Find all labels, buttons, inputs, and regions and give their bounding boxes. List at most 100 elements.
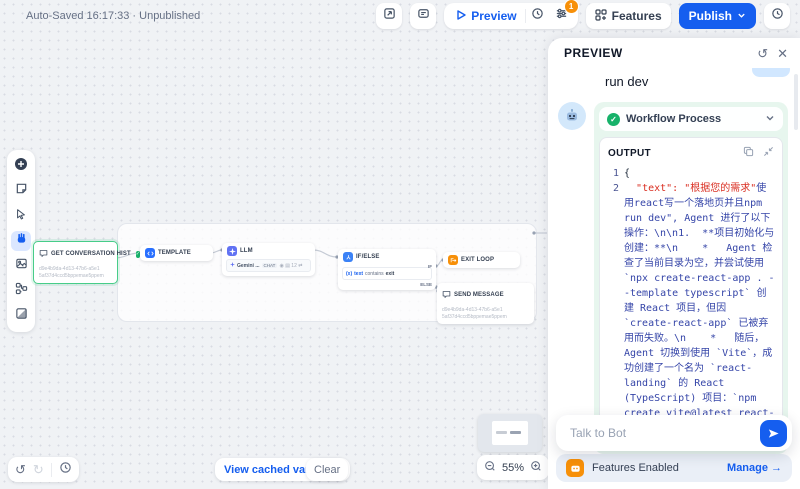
minimap-node	[496, 431, 507, 434]
copy-icon[interactable]	[743, 144, 754, 162]
pointer-mode-button[interactable]	[11, 206, 31, 226]
canvas-tool-palette	[7, 150, 35, 332]
publish-button[interactable]: Publish	[678, 3, 756, 29]
features-button[interactable]: Features	[585, 3, 671, 29]
node-send-message[interactable]: SEND MESSAGE d9e4b9da-4d13-47b6-a5e1 5af…	[437, 283, 534, 324]
llm-model-pill[interactable]: Gemini ... CHAT ◉ ▤ 12 ⇄	[226, 259, 311, 272]
features-enabled-bar: Features Enabled Manage →	[556, 454, 792, 482]
preview-label: Preview	[471, 9, 517, 23]
node-title: SEND MESSAGE	[454, 292, 504, 298]
bot-bubble: ✓ Workflow Process OUTPUT 1 {2 "text": …	[594, 102, 788, 454]
api-icon	[383, 7, 396, 25]
autosave-status: Auto-Saved 16:17:33 · Unpublished	[26, 10, 201, 22]
organize-nodes-button[interactable]	[11, 281, 31, 301]
clock-rewind-icon	[531, 7, 544, 25]
split-square-icon	[15, 307, 28, 325]
node-title: GET CONVERSATION HIST	[51, 251, 131, 257]
code-line-1: {	[624, 168, 631, 179]
condition-operator: contains	[365, 270, 384, 277]
checklist-button[interactable]: 1	[550, 0, 579, 28]
add-note-button[interactable]	[11, 181, 31, 201]
bot-face-icon	[566, 459, 584, 477]
preview-panel-header: PREVIEW ↺ ✕	[548, 38, 800, 68]
canvas-minimap[interactable]	[478, 414, 542, 452]
condition-value: exit	[385, 270, 395, 277]
zoom-out-icon[interactable]	[484, 460, 496, 475]
zoom-toolbar: 55%	[477, 455, 550, 480]
preview-button[interactable]: Preview	[448, 9, 524, 23]
run-history-button[interactable]	[526, 4, 550, 28]
plus-circle-icon	[14, 157, 28, 176]
chat-input-bar	[556, 415, 792, 451]
zoom-level[interactable]: 55%	[502, 462, 524, 474]
node-title: LLM	[240, 248, 253, 254]
template-icon	[145, 248, 155, 258]
success-check-icon: ✓	[607, 112, 620, 126]
talk-to-bot-input[interactable]	[568, 425, 754, 441]
else-branch-label: ELSE	[420, 282, 432, 287]
line-number: 2	[612, 183, 619, 194]
version-history-button[interactable]	[764, 3, 790, 29]
env-icon	[417, 7, 430, 25]
top-bar: Auto-Saved 16:17:33 · Unpublished Previe…	[0, 0, 800, 32]
node-template[interactable]: TEMPLATE	[140, 245, 213, 261]
note-icon	[15, 182, 28, 200]
play-icon	[456, 9, 466, 23]
change-history-icon[interactable]	[59, 461, 72, 479]
chevron-down-icon	[765, 113, 775, 126]
image-icon	[15, 257, 28, 275]
send-button[interactable]	[760, 419, 787, 447]
restart-icon[interactable]: ↺	[757, 47, 768, 60]
chat-bubble-icon	[442, 286, 451, 304]
api-access-button[interactable]	[376, 3, 403, 29]
node-title: TEMPLATE	[158, 250, 191, 256]
output-code[interactable]: 1 { 2 "text": "根据您的需求"使用react写一个落地页并且npm…	[600, 165, 782, 442]
add-node-button[interactable]	[11, 156, 31, 176]
features-enabled-label: Features Enabled	[592, 462, 679, 474]
organize-icon	[15, 282, 28, 300]
close-icon[interactable]: ✕	[777, 47, 788, 60]
checklist-badge: 1	[563, 0, 579, 14]
manage-link[interactable]: Manage →	[727, 462, 782, 474]
history-icon	[771, 7, 784, 25]
node-desc-line: 5af37d4ccd5bppemae5ppem	[442, 313, 507, 320]
workflow-process-label: Workflow Process	[626, 113, 722, 125]
divider	[50, 462, 52, 477]
manage-label: Manage	[727, 462, 768, 474]
node-exit-loop[interactable]: EXIT LOOP	[443, 252, 520, 268]
node-if-else[interactable]: IF/ELSE IF (x) text contains exit ELSE	[338, 249, 436, 290]
bot-avatar	[558, 102, 586, 130]
publish-label: Publish	[688, 9, 732, 23]
llm-model-name: Gemini ...	[237, 262, 260, 269]
minimap-viewport[interactable]	[492, 421, 528, 445]
cursor-icon	[15, 207, 27, 225]
chevron-down-icon	[737, 9, 746, 23]
variable-inspect-button[interactable]	[11, 306, 31, 326]
condition-pill[interactable]: (x) text contains exit	[342, 267, 432, 280]
clear-button[interactable]: Clear	[306, 458, 349, 481]
node-get-conversation-history[interactable]: GET CONVERSATION HIST ✓ d9e4b9da-4d13-47…	[33, 241, 140, 284]
line-number: 1	[612, 168, 619, 179]
run-group: Preview 1	[444, 0, 579, 29]
output-card: OUTPUT 1 { 2 "text": "根据您的需求"使用react写一个落…	[599, 137, 783, 443]
panel-scrollbar[interactable]	[794, 74, 798, 130]
llm-mode-badge: CHAT	[261, 263, 278, 268]
redo-icon[interactable]: ↻	[33, 462, 44, 478]
node-llm[interactable]: LLM Gemini ... CHAT ◉ ▤ 12 ⇄	[222, 243, 315, 276]
hand-icon	[15, 232, 28, 250]
if-branch-label: IF	[428, 264, 432, 269]
preview-title: PREVIEW	[564, 46, 623, 60]
export-image-button[interactable]	[11, 256, 31, 276]
bot-message-row: ✓ Workflow Process OUTPUT 1 {2 "text": …	[558, 102, 788, 454]
zoom-in-icon[interactable]	[530, 460, 542, 475]
arrow-right-icon: →	[771, 462, 782, 474]
collapse-icon[interactable]	[763, 144, 774, 162]
env-variables-button[interactable]	[410, 3, 437, 29]
features-label: Features	[611, 9, 662, 23]
llm-extra-icons: ◉ ▤ 12 ⇄	[279, 262, 303, 269]
exit-loop-icon	[448, 255, 458, 265]
node-title: IF/ELSE	[356, 254, 380, 260]
undo-icon[interactable]: ↺	[15, 462, 26, 478]
workflow-process-toggle[interactable]: ✓ Workflow Process	[599, 107, 783, 131]
hand-mode-button[interactable]	[11, 231, 31, 251]
